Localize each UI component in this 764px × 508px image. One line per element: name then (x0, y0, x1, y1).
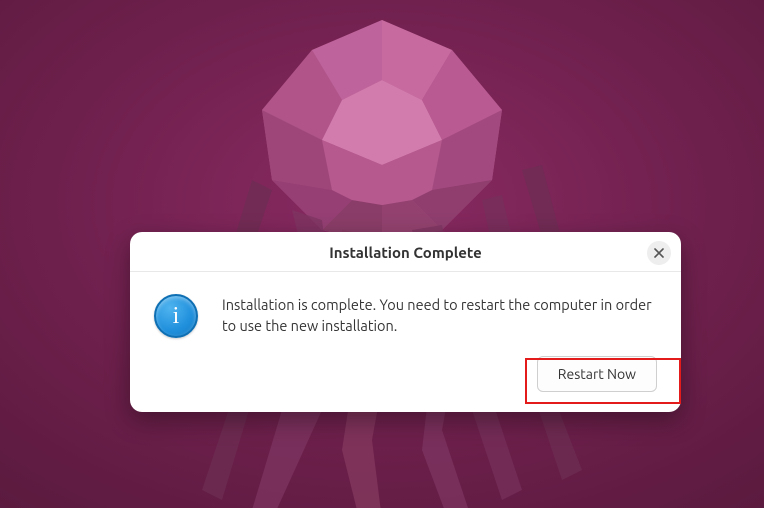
dialog-message: Installation is complete. You need to re… (222, 294, 657, 336)
close-button[interactable] (647, 241, 671, 265)
dialog-title: Installation Complete (174, 244, 637, 261)
info-icon: i (154, 294, 198, 338)
dialog-header: Installation Complete (130, 232, 681, 272)
restart-now-button[interactable]: Restart Now (537, 356, 657, 392)
dialog-actions: Restart Now (130, 356, 681, 412)
close-icon (654, 248, 664, 258)
dialog-body: i Installation is complete. You need to … (130, 272, 681, 356)
message-column: Installation is complete. You need to re… (222, 294, 657, 336)
info-icon-glyph: i (173, 304, 180, 328)
installation-complete-dialog: Installation Complete i Installation is … (130, 232, 681, 412)
